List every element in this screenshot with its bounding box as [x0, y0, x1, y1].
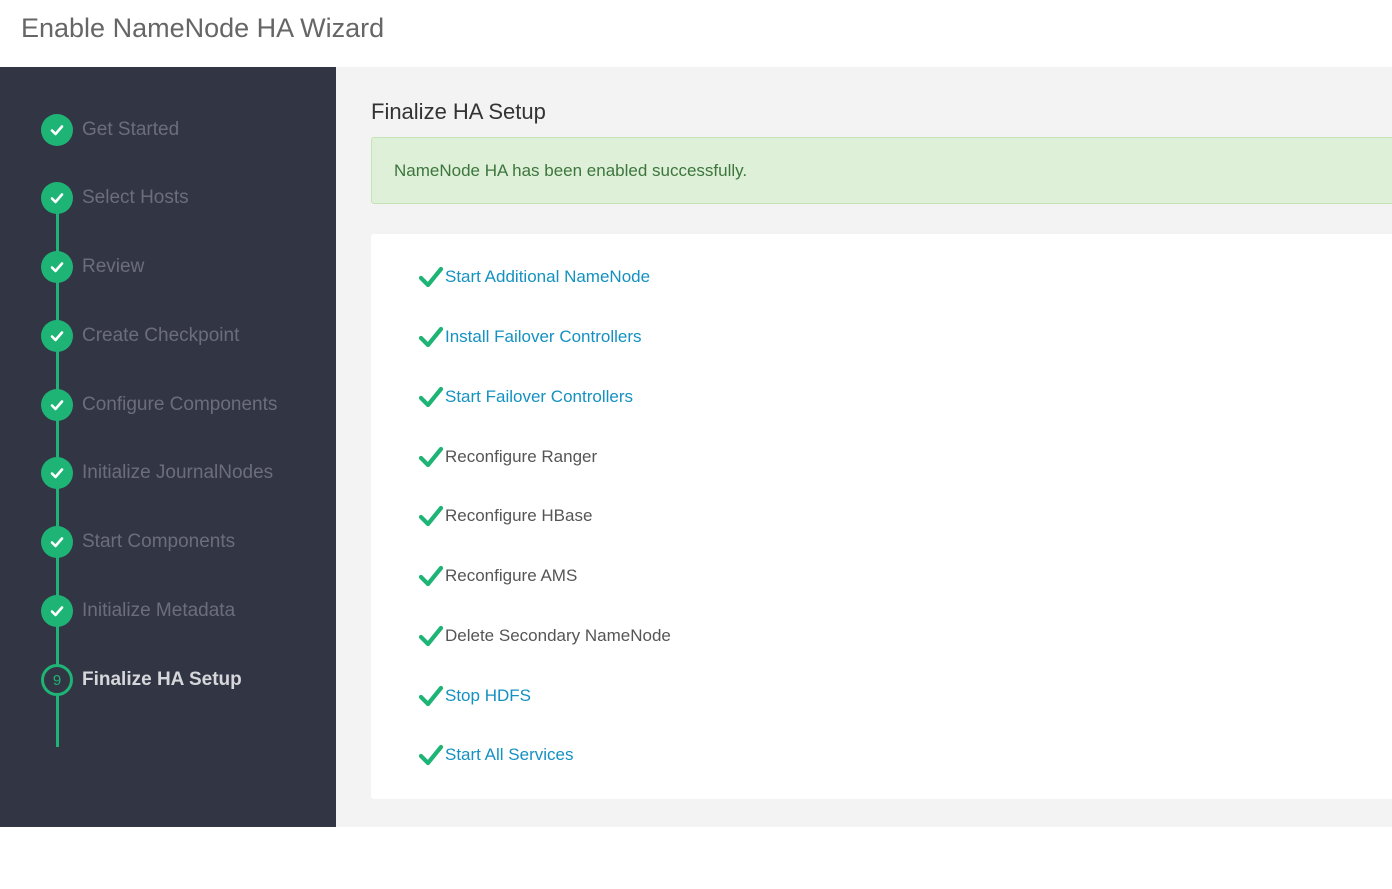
- checkmark-icon: [419, 625, 443, 647]
- checkmark-icon: [419, 326, 443, 348]
- step-select-hosts[interactable]: Select Hosts: [41, 182, 331, 214]
- checkmark-icon: [419, 505, 443, 527]
- task-item: Stop HDFS: [419, 683, 531, 709]
- step-label: Finalize HA Setup: [82, 669, 242, 690]
- check-circle-icon: [41, 182, 73, 214]
- check-circle-icon: [41, 389, 73, 421]
- task-list-panel: Start Additional NameNode Install Failov…: [371, 234, 1392, 799]
- step-label: Review: [82, 256, 145, 277]
- step-label: Get Started: [82, 119, 180, 140]
- step-review[interactable]: Review: [41, 251, 331, 283]
- check-circle-icon: [41, 251, 73, 283]
- alert-message: NameNode HA has been enabled successfull…: [394, 161, 748, 180]
- task-label: Reconfigure HBase: [445, 506, 593, 525]
- step-label: Initialize Metadata: [82, 600, 236, 621]
- task-link[interactable]: Start Additional NameNode: [445, 267, 650, 287]
- check-circle-icon: [41, 320, 73, 352]
- step-start-components[interactable]: Start Components: [41, 526, 331, 558]
- checkmark-icon: [419, 386, 443, 408]
- step-get-started[interactable]: Get Started: [41, 114, 331, 146]
- check-circle-icon: [41, 114, 73, 146]
- step-label: Configure Components: [82, 394, 278, 415]
- step-label: Start Components: [82, 531, 236, 552]
- task-item: Start Additional NameNode: [419, 264, 650, 290]
- step-initialize-journalnodes[interactable]: Initialize JournalNodes: [41, 457, 331, 489]
- success-alert: NameNode HA has been enabled successfull…: [371, 137, 1392, 204]
- task-item: Reconfigure Ranger: [419, 444, 597, 470]
- checkmark-icon: [419, 565, 443, 587]
- check-circle-icon: [41, 526, 73, 558]
- step-number-badge: 9: [41, 664, 73, 696]
- task-item: Start Failover Controllers: [419, 384, 633, 410]
- check-circle-icon: [41, 595, 73, 627]
- task-link[interactable]: Start Failover Controllers: [445, 387, 633, 407]
- task-link[interactable]: Stop HDFS: [445, 686, 531, 706]
- task-link[interactable]: Install Failover Controllers: [445, 327, 642, 347]
- page-title: Enable NameNode HA Wizard: [21, 13, 385, 43]
- task-item: Reconfigure AMS: [419, 563, 577, 589]
- task-item: Start All Services: [419, 742, 574, 768]
- wizard-sidebar: Get Started Select Hosts Review Create C…: [0, 67, 336, 827]
- step-initialize-metadata[interactable]: Initialize Metadata: [41, 595, 331, 627]
- step-configure-components[interactable]: Configure Components: [41, 389, 331, 421]
- checkmark-icon: [419, 446, 443, 468]
- step-label: Initialize JournalNodes: [82, 462, 274, 483]
- task-label: Reconfigure AMS: [445, 566, 578, 585]
- check-circle-icon: [41, 457, 73, 489]
- section-title: Finalize HA Setup: [371, 99, 546, 124]
- checkmark-icon: [419, 685, 443, 707]
- checkmark-icon: [419, 744, 443, 766]
- task-link[interactable]: Start All Services: [445, 745, 574, 765]
- task-label: Delete Secondary NameNode: [445, 626, 671, 645]
- task-item: Reconfigure HBase: [419, 503, 592, 529]
- main-content: Finalize HA Setup NameNode HA has been e…: [336, 67, 1392, 827]
- step-create-checkpoint[interactable]: Create Checkpoint: [41, 320, 331, 352]
- step-finalize-ha-setup[interactable]: 9 Finalize HA Setup: [41, 664, 331, 696]
- task-item: Install Failover Controllers: [419, 324, 642, 350]
- step-label: Create Checkpoint: [82, 325, 240, 346]
- task-item: Delete Secondary NameNode: [419, 623, 671, 649]
- step-label: Select Hosts: [82, 187, 189, 208]
- task-label: Reconfigure Ranger: [445, 447, 598, 466]
- page-header: Enable NameNode HA Wizard: [0, 0, 1392, 67]
- checkmark-icon: [419, 266, 443, 288]
